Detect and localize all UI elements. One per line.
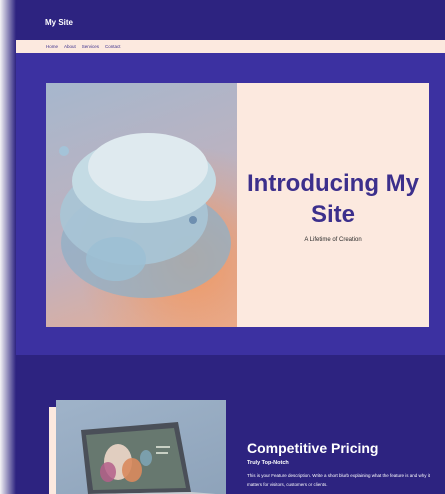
feature-description: This is your Feature description. Write … xyxy=(247,473,431,487)
laptop-illustration xyxy=(76,422,216,494)
feature-heading: Competitive Pricing xyxy=(247,440,379,456)
laptop-image xyxy=(56,400,226,494)
header: My Site xyxy=(16,0,445,40)
site-title[interactable]: My Site xyxy=(45,18,73,27)
nav-link-contact[interactable]: Contact xyxy=(105,44,121,49)
page: My Site Home About Services Contact Intr… xyxy=(0,0,445,494)
hero-section: Introducing My Site A Lifetime of Creati… xyxy=(16,53,445,355)
hero-panel: Introducing My Site A Lifetime of Creati… xyxy=(237,83,429,327)
navigation-bar: Home About Services Contact xyxy=(16,40,445,53)
hero-subheading: A Lifetime of Creation xyxy=(304,237,362,243)
sculpture-illustration xyxy=(59,133,231,298)
hero-heading: Introducing My Site xyxy=(247,170,419,228)
abstract-sculpture-image xyxy=(46,83,237,327)
nav-link-home[interactable]: Home xyxy=(46,44,58,49)
edge-fade xyxy=(0,0,16,494)
nav-link-about[interactable]: About xyxy=(64,44,76,49)
nav-link-services[interactable]: Services xyxy=(82,44,99,49)
feature-section: Competitive Pricing Truly Top-Notch This… xyxy=(16,355,445,494)
feature-subheading: Truly Top-Notch xyxy=(247,460,289,466)
